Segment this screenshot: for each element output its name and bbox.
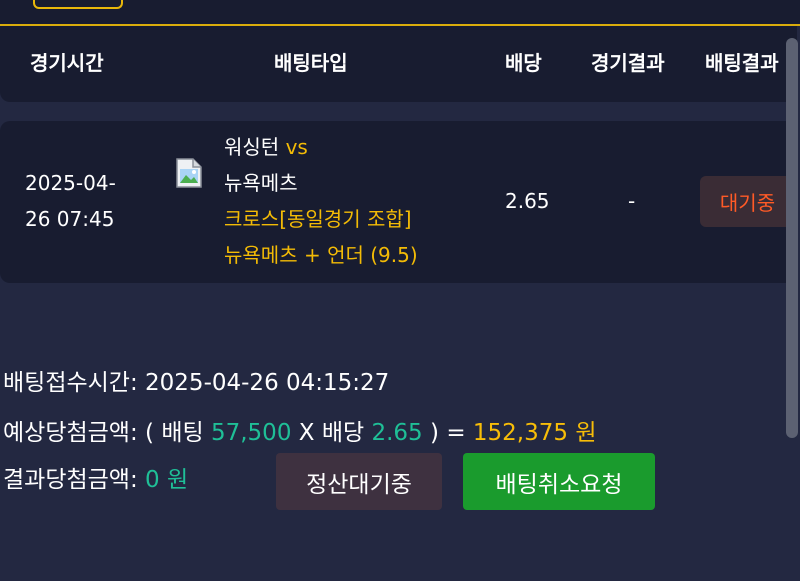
bet-pick-label: 뉴욕메츠 + 언더 (9.5) [224, 243, 418, 267]
expected-winnings: 예상당첨금액: ( 배팅 57,500 X 배당 2.65 ) = 152,37… [3, 418, 597, 448]
header-odds: 배당 [505, 51, 542, 75]
result-amount: 0 원 [145, 467, 189, 493]
team-away: 뉴욕메츠 [224, 171, 298, 195]
top-bar [0, 0, 800, 26]
bet-type-label: 크로스[동일경기 조합] [224, 207, 412, 231]
bet-history-screen: 경기시간 배팅타입 배당 경기결과 배팅결과 2025-04- 26 07:45… [0, 0, 800, 581]
result-label: 결과당첨금액: [3, 467, 138, 493]
received-label: 배팅접수시간: [3, 370, 138, 396]
bet-label: 배팅 [161, 420, 204, 446]
match-teams-line: 워싱턴 vs [224, 129, 418, 165]
received-value: 2025-04-26 04:15:27 [145, 370, 390, 396]
row-game-result: - [628, 189, 636, 213]
row-game-time: 2025-04- 26 07:45 [25, 165, 116, 237]
header-game-result: 경기결과 [591, 51, 665, 75]
result-winnings: 결과당첨금액: 0 원 [3, 465, 188, 495]
header-bet-type: 배팅타입 [274, 51, 348, 75]
open-paren: ( [145, 420, 155, 446]
table-header [0, 26, 797, 102]
close-paren: ) [430, 420, 439, 446]
status-badge: 대기중 [700, 176, 795, 227]
broken-image-icon [176, 158, 202, 188]
expected-label: 예상당첨금액: [3, 420, 138, 446]
cancel-bet-button[interactable]: 배팅취소요청 [463, 453, 655, 510]
row-odds: 2.65 [505, 189, 550, 213]
settlement-pending-button[interactable]: 정산대기중 [276, 453, 442, 510]
expected-amount: 152,375 원 [472, 420, 597, 446]
bet-received-time: 배팅접수시간: 2025-04-26 04:15:27 [3, 368, 389, 398]
bet-amount: 57,500 [210, 420, 292, 446]
top-tab-button[interactable] [33, 0, 123, 9]
row-game-hour: 26 07:45 [25, 207, 115, 231]
header-game-time: 경기시간 [30, 51, 104, 75]
row-match-info: 워싱턴 vs 뉴욕메츠 크로스[동일경기 조합] 뉴욕메츠 + 언더 (9.5) [224, 129, 418, 273]
multiply-sign: X [298, 420, 315, 446]
odds-label: 배당 [321, 420, 365, 446]
vs-label: vs [285, 135, 308, 159]
equals-sign: = [446, 420, 466, 446]
header-bet-result: 배팅결과 [705, 51, 779, 75]
odds-value: 2.65 [371, 420, 423, 446]
scrollbar[interactable] [786, 38, 798, 438]
row-game-date: 2025-04- [25, 171, 116, 195]
team-home: 워싱턴 [224, 135, 280, 159]
